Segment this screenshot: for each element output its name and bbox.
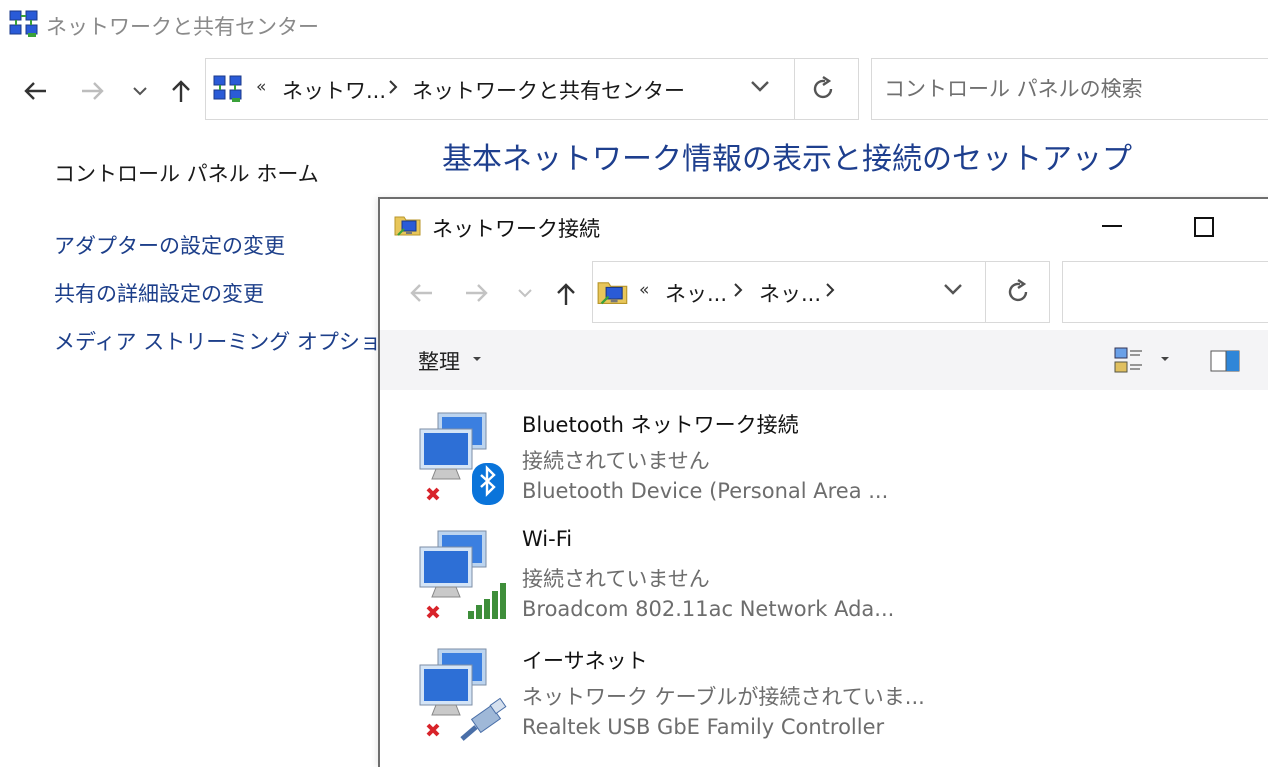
breadcrumb-item[interactable]: ネッ... (665, 278, 727, 308)
back-button[interactable] (406, 279, 436, 307)
divider (985, 262, 986, 322)
network-connections-window: ネットワーク接続 « ネッ... ネッ... 整理 Bluetooth ネットワ… (378, 197, 1268, 767)
command-bar: 整理 (380, 330, 1268, 390)
breadcrumb-item[interactable]: ネットワークと共有センター (412, 75, 685, 105)
connection-status: ネットワーク ケーブルが接続されていま... (522, 685, 925, 709)
preview-pane-icon[interactable] (1210, 350, 1240, 372)
window-title: ネットワークと共有センター (46, 15, 319, 39)
sidebar-link-change-adapter-settings[interactable]: アダプターの設定の変更 (54, 230, 285, 260)
sidebar-link-advanced-sharing[interactable]: 共有の詳細設定の変更 (54, 278, 264, 308)
sidebar-link-control-panel-home[interactable]: コントロール パネル ホーム (54, 158, 319, 188)
arrow-left-icon (410, 284, 432, 302)
change-view-icon[interactable] (1114, 346, 1144, 374)
search-input[interactable] (1063, 262, 1268, 322)
connection-item-wifi[interactable]: Wi-Fi 接続されていません Broadcom 802.11ac Networ… (380, 517, 1268, 633)
wifi-signal-icon (468, 583, 506, 619)
connection-name: Wi-Fi (522, 527, 573, 551)
chevron-right-icon[interactable] (825, 282, 835, 298)
breadcrumb-overflow[interactable]: « (256, 77, 266, 97)
sidebar-link-media-streaming[interactable]: メディア ストリーミング オプション (54, 326, 402, 356)
address-bar[interactable]: « ネットワ... ネットワークと共有センター (205, 58, 859, 120)
arrow-up-icon (557, 283, 575, 305)
network-folder-icon (394, 216, 421, 236)
divider (794, 59, 795, 119)
breadcrumb-item[interactable]: ネッ... (759, 278, 821, 308)
forward-button[interactable] (76, 76, 110, 106)
minimize-button[interactable] (1080, 203, 1144, 251)
error-x-icon (426, 723, 440, 737)
refresh-icon[interactable] (810, 75, 836, 103)
up-button[interactable] (552, 279, 580, 309)
recent-locations-button[interactable] (514, 283, 536, 303)
maximize-icon (1194, 217, 1214, 237)
connection-status: 接続されていません (522, 567, 710, 591)
title-bar: ネットワークと共有センター (0, 0, 1268, 50)
connection-item-ethernet[interactable]: イーサネット ネットワーク ケーブルが接続されていま... Realtek US… (380, 635, 1268, 751)
caret-down-icon[interactable] (1160, 356, 1170, 362)
refresh-icon[interactable] (1005, 278, 1031, 306)
network-adapter-icon (419, 412, 504, 505)
recent-locations-button[interactable] (128, 80, 152, 102)
caret-down-icon[interactable] (472, 356, 482, 362)
connection-device: Broadcom 802.11ac Network Ada... (522, 597, 895, 621)
connection-name: イーサネット (522, 649, 648, 673)
chevron-down-icon[interactable] (943, 282, 963, 296)
connection-name: Bluetooth ネットワーク接続 (522, 413, 799, 437)
forward-button[interactable] (462, 279, 492, 307)
search-box[interactable] (871, 58, 1268, 120)
connection-device: Bluetooth Device (Personal Area ... (522, 479, 889, 503)
arrow-left-icon (24, 82, 46, 100)
chevron-down-icon (518, 289, 532, 298)
network-adapter-icon (419, 530, 506, 619)
window-title: ネットワーク接続 (432, 217, 600, 241)
search-box[interactable] (1062, 261, 1268, 323)
arrow-right-icon (82, 82, 104, 100)
chevron-right-icon[interactable] (388, 79, 398, 95)
address-bar[interactable]: « ネッ... ネッ... (592, 261, 1050, 323)
error-x-icon (426, 605, 440, 619)
search-input[interactable] (872, 59, 1268, 119)
network-center-icon (9, 10, 38, 37)
organize-menu-button[interactable]: 整理 (418, 346, 460, 376)
connection-status: 接続されていません (522, 449, 710, 473)
network-adapter-icon (419, 648, 507, 741)
error-x-icon (426, 487, 440, 501)
connection-device: Realtek USB GbE Family Controller (522, 715, 885, 739)
breadcrumb-item[interactable]: ネットワ... (282, 75, 386, 105)
minimize-icon (1102, 225, 1122, 227)
chevron-down-icon (133, 87, 147, 96)
arrow-right-icon (466, 284, 488, 302)
connection-item-bluetooth[interactable]: Bluetooth ネットワーク接続 接続されていません Bluetooth D… (380, 399, 1268, 515)
page-heading: 基本ネットワーク情報の表示と接続のセットアップ (442, 142, 1132, 177)
network-folder-icon (597, 282, 628, 305)
breadcrumb-overflow[interactable]: « (639, 280, 649, 300)
chevron-right-icon[interactable] (733, 282, 743, 298)
back-button[interactable] (18, 76, 52, 106)
chevron-down-icon[interactable] (750, 79, 770, 93)
network-center-icon (213, 75, 242, 102)
arrow-up-icon (172, 80, 190, 102)
up-button[interactable] (166, 76, 196, 106)
